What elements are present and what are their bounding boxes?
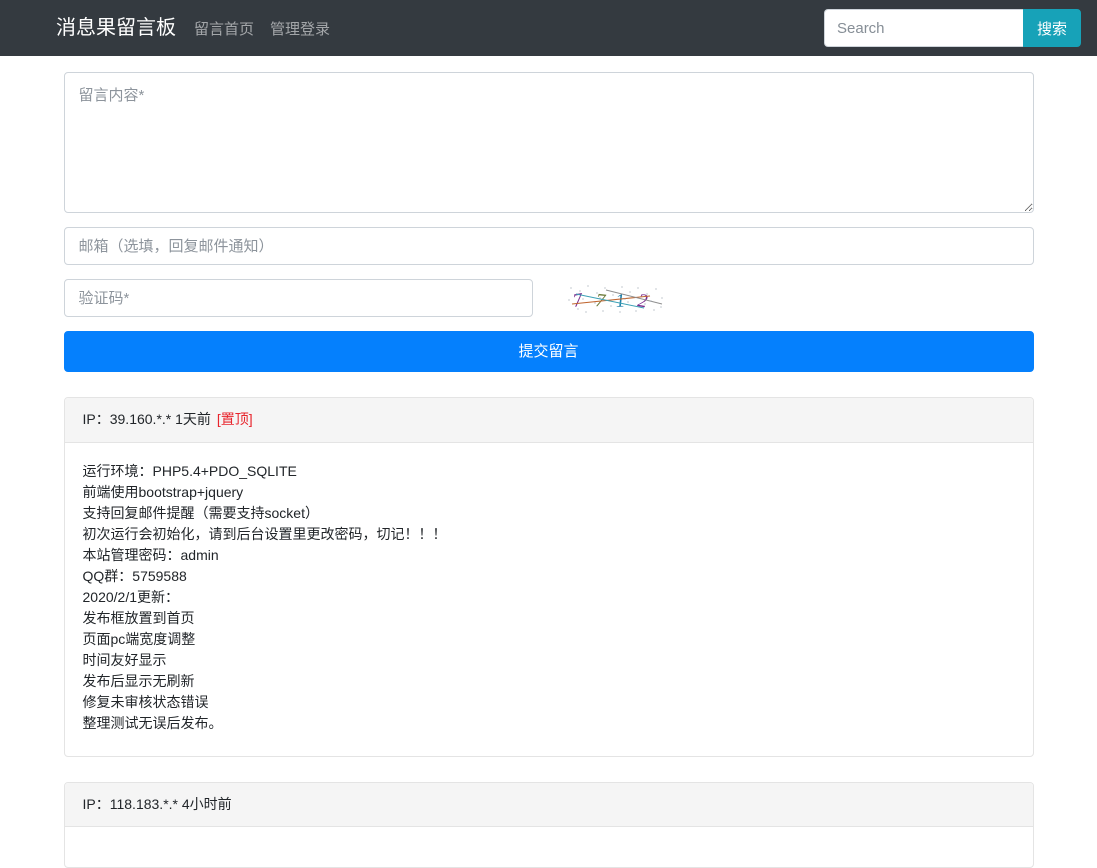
message-ip: 118.183.*.* [109, 795, 178, 812]
message-content-textarea[interactable] [63, 72, 1034, 213]
message-ip: 39.160.*.* [109, 411, 172, 427]
email-input[interactable] [63, 227, 1034, 265]
message-card: IP：39.160.*.* 1天前 [置顶] 运行环境：PHP5.4+PDO_S… [63, 397, 1034, 757]
message-body-line: 运行环境：PHP5.4+PDO_SQLITE [82, 462, 297, 479]
message-ip-label: IP： [82, 411, 110, 427]
message-body-line: 发布后显示无刷新 [82, 672, 195, 689]
captcha-input[interactable] [63, 279, 533, 317]
message-card-header: IP：118.183.*.* 4小时前 [64, 782, 1033, 828]
message-body-line: 整理测试无误后发布。 [82, 714, 223, 731]
message-body-line: 发布框放置到首页 [82, 609, 195, 626]
message-body-line: 前端使用bootstrap+jquery [82, 483, 244, 500]
message-card-header: IP：39.160.*.* 1天前 [置顶] [64, 398, 1033, 443]
captcha-row: 7 7 1 2 [63, 279, 1034, 317]
top-navbar: 消息果留言板 留言首页 管理登录 搜索 [0, 0, 1097, 56]
message-ip-label: IP： [82, 795, 110, 812]
captcha-image[interactable]: 7 7 1 2 [565, 281, 666, 315]
main-container: 7 7 1 2 [63, 56, 1034, 868]
message-body-line: 本站管理密码：admin [82, 546, 219, 563]
message-card: IP：118.183.*.* 4小时前 [63, 781, 1034, 868]
nav-link-home[interactable]: 留言首页 [194, 18, 254, 39]
message-body-line: QQ群：5759588 [82, 567, 187, 584]
email-row [63, 227, 1034, 265]
message-time: 4小时前 [181, 795, 232, 812]
message-card-body: 运行环境：PHP5.4+PDO_SQLITE 前端使用bootstrap+jqu… [65, 443, 1033, 756]
search-form: 搜索 [824, 9, 1081, 47]
status-badge: [置顶] [216, 411, 253, 427]
search-button[interactable]: 搜索 [1022, 9, 1081, 47]
nav-link-admin-login[interactable]: 管理登录 [270, 18, 330, 39]
search-input[interactable] [824, 9, 1023, 47]
message-time: 1天前 [175, 411, 211, 427]
message-body-line: 时间友好显示 [82, 651, 167, 668]
message-body-line: 支持回复邮件提醒（需要支持socket） [82, 504, 319, 521]
message-body-line: 页面pc端宽度调整 [82, 630, 196, 647]
navbar-brand[interactable]: 消息果留言板 [56, 18, 176, 38]
submit-message-button[interactable]: 提交留言 [63, 331, 1034, 372]
message-body-line: 2020/2/1更新： [82, 588, 180, 605]
message-body-line: 初次运行会初始化，请到后台设置里更改密码，切记！！！ [82, 525, 447, 542]
message-card-body [65, 827, 1033, 867]
message-body-line: 修复未审核状态错误 [82, 693, 209, 710]
navbar-links: 留言首页 管理登录 [194, 18, 330, 39]
